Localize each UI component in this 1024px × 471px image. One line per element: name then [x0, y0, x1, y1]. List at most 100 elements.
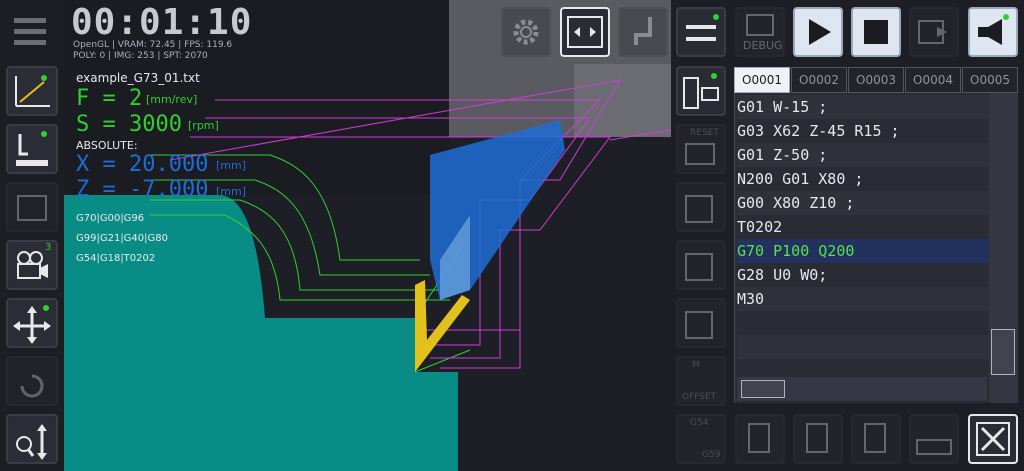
vertical-scrollbar[interactable]	[989, 93, 1018, 403]
program-line[interactable]: G03 X62 Z-45 R15 ;	[737, 119, 990, 143]
tab-o0002[interactable]: O0002	[791, 67, 847, 93]
settings-button[interactable]	[501, 7, 551, 57]
lathe-icon	[683, 73, 719, 109]
z-position: Z = -7.000	[76, 177, 209, 202]
toolpath-view-button[interactable]	[6, 124, 58, 174]
horizontal-scrollbar[interactable]	[737, 377, 987, 401]
new-file-button[interactable]	[735, 414, 785, 464]
tools-button[interactable]	[676, 7, 726, 57]
backward-step-button[interactable]	[676, 298, 726, 348]
program-line[interactable]: T0202	[737, 215, 990, 239]
keyboard-icon	[916, 439, 952, 455]
single-block-button[interactable]	[676, 182, 726, 232]
spindle-unit: [rpm]	[188, 119, 219, 132]
render-stats-2: POLY: 0 | IMG: 253 | SPT: 2070	[73, 51, 208, 61]
chuck-shadow	[458, 372, 671, 471]
load-program-button[interactable]	[909, 7, 959, 57]
single-block-icon	[685, 195, 713, 223]
megaphone-icon	[978, 14, 1009, 45]
coolant-pipe-icon	[634, 17, 652, 45]
copy-icon	[864, 423, 886, 453]
x-position: X = 20.000	[76, 152, 209, 177]
z-unit: [mm]	[216, 185, 247, 198]
reset-button[interactable]: RESET	[676, 124, 726, 174]
load-program-icon	[918, 20, 947, 44]
work-offset-button[interactable]: G54 G59	[676, 414, 726, 464]
machine-icon	[17, 195, 47, 221]
active-gcodes-3: G54|G18|T0202	[76, 253, 156, 264]
play-icon	[809, 19, 831, 45]
program-line[interactable]: M30	[737, 287, 990, 311]
view-grid-button[interactable]	[6, 66, 58, 116]
reset-label: RESET	[690, 128, 719, 138]
timer: 00:01:10	[71, 2, 253, 43]
chuck-view-button[interactable]	[560, 7, 610, 57]
cut-button[interactable]	[793, 414, 843, 464]
zoom-camera-button[interactable]	[6, 414, 58, 464]
camera-button[interactable]: 3	[6, 240, 58, 290]
zoom-icon	[16, 424, 47, 460]
tab-o0003[interactable]: O0003	[848, 67, 904, 93]
program-line-current[interactable]: G70 P100 Q200	[737, 239, 990, 263]
forward-step-icon	[685, 253, 713, 281]
close-button[interactable]	[968, 414, 1018, 464]
left-toolbar: 3	[0, 0, 64, 471]
wrench-screwdriver-icon	[686, 14, 719, 41]
program-filename: example_G73_01.txt	[76, 71, 200, 85]
pan-camera-button[interactable]	[6, 298, 58, 348]
announce-button[interactable]	[968, 7, 1018, 57]
document-icon	[748, 423, 770, 453]
g54-label: G54	[690, 418, 709, 428]
program-line[interactable]: G01 W-15 ;	[737, 95, 990, 119]
m-label: M	[692, 360, 700, 370]
tool-path-icon	[16, 131, 48, 166]
spindle-speed: S = 3000	[76, 112, 182, 137]
forward-step-button[interactable]	[676, 240, 726, 290]
menu-button[interactable]	[6, 8, 58, 58]
program-line-empty[interactable]	[737, 311, 990, 335]
rotate-icon	[20, 374, 44, 398]
rotate-camera-button[interactable]	[6, 356, 58, 406]
coolant-button[interactable]	[618, 7, 668, 57]
stop-icon	[864, 20, 888, 44]
tab-o0001[interactable]: O0001	[734, 67, 790, 93]
g59-label: G59	[702, 450, 721, 460]
scissors-icon	[806, 423, 828, 453]
simulation-viewport[interactable]: 00:01:10 OpenGL | VRAM: 72.45 | FPS: 119…	[64, 0, 671, 471]
m-offset-button[interactable]: M OFFSET	[676, 356, 726, 406]
program-tabs: O0001 O0002 O0003 O0004 O0005	[734, 67, 1018, 93]
program-editor[interactable]: G01 W-15 ; G03 X62 Z-45 R15 ; G01 Z-50 ;…	[734, 93, 990, 403]
hamburger-icon	[14, 18, 46, 45]
debug-button[interactable]: DEBUG	[735, 7, 785, 57]
tab-o0005[interactable]: O0005	[962, 67, 1018, 93]
program-line[interactable]: G28 U0 W0;	[737, 263, 990, 287]
program-line[interactable]: G00 X80 Z10 ;	[737, 191, 990, 215]
feed-unit: [mm/rev]	[146, 93, 198, 106]
play-button[interactable]	[793, 7, 843, 57]
active-gcodes-2: G99|G21|G40|G80	[76, 233, 169, 244]
debug-label: DEBUG	[743, 39, 783, 52]
backward-step-icon	[685, 311, 713, 339]
camera-badge: 3	[45, 242, 52, 253]
horizontal-scroll-thumb[interactable]	[741, 380, 785, 398]
close-icon	[976, 422, 1010, 456]
coordinate-mode: ABSOLUTE:	[76, 139, 138, 152]
feed-rate: F = 2	[76, 86, 143, 111]
chuck-icon	[567, 16, 603, 48]
active-gcodes-1: G70|G00|G96	[76, 213, 145, 224]
copy-button[interactable]	[851, 414, 901, 464]
offset-label: OFFSET	[682, 392, 717, 402]
program-line[interactable]: G01 Z-50 ;	[737, 143, 990, 167]
vertical-scroll-thumb[interactable]	[991, 329, 1015, 375]
lathe-setup-button[interactable]	[676, 66, 726, 116]
move-arrows-icon	[13, 305, 51, 344]
program-line[interactable]: N200 G01 X80 ;	[737, 167, 990, 191]
machine-view-button[interactable]	[6, 182, 58, 232]
x-unit: [mm]	[216, 159, 247, 172]
keyboard-button[interactable]	[909, 414, 959, 464]
stop-button[interactable]	[851, 7, 901, 57]
tab-o0004[interactable]: O0004	[905, 67, 961, 93]
program-line-empty[interactable]	[737, 335, 990, 359]
render-stats-1: OpenGL | VRAM: 72.45 | FPS: 119.6	[73, 40, 233, 50]
gear-icon	[513, 19, 539, 45]
